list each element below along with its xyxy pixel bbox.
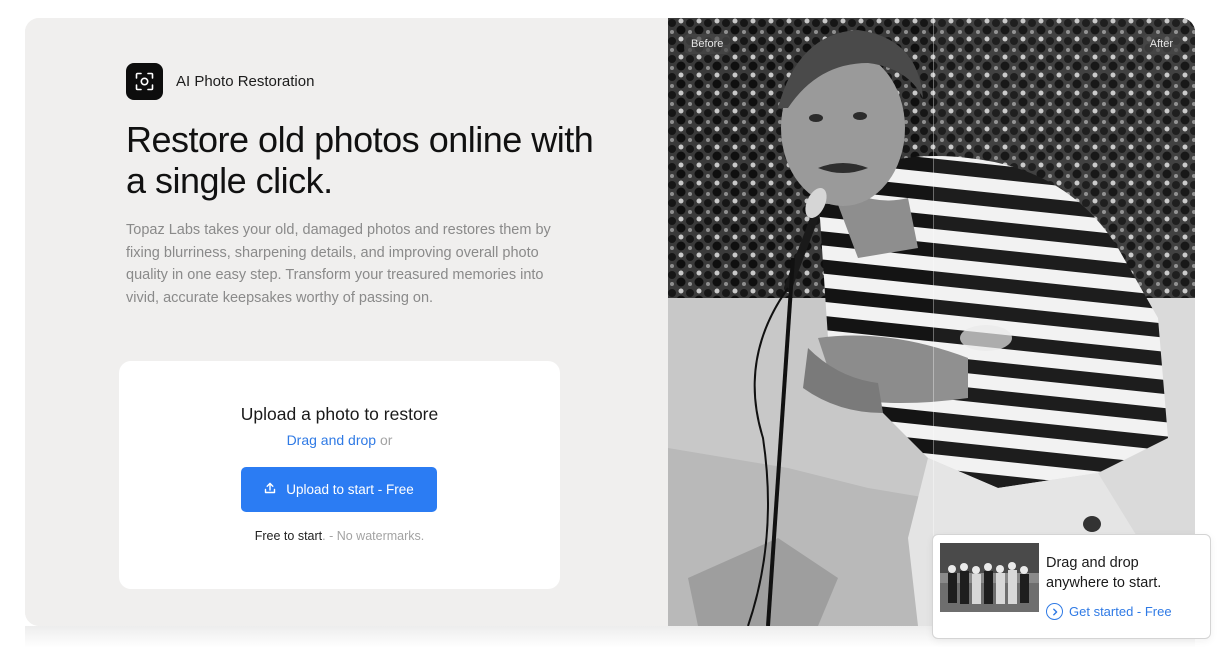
chevron-right-circle-icon (1046, 603, 1063, 620)
hero-description: Topaz Labs takes your old, damaged photo… (126, 222, 551, 306)
before-label: Before (684, 34, 731, 54)
or-text: or (379, 432, 393, 448)
drag-drop-toast[interactable]: Drag and drop anywhere to start. Get sta… (932, 534, 1211, 639)
get-started-label: Get started - Free (1069, 604, 1172, 619)
upload-title: Upload a photo to restore (240, 404, 439, 424)
brand-name: AI Photo Restoration (176, 73, 315, 90)
upload-icon (264, 482, 276, 497)
group-photo-thumbnail (940, 543, 1039, 612)
note-secondary: . - No watermarks. (322, 529, 425, 543)
upload-panel[interactable]: Upload a photo to restore Drag and drop … (119, 361, 560, 589)
brand: AI Photo Restoration (126, 63, 314, 100)
get-started-link[interactable]: Get started - Free (1046, 603, 1172, 620)
drag-drop-link[interactable]: Drag and drop (287, 432, 377, 448)
upload-button[interactable]: Upload to start - Free (241, 467, 437, 512)
page-title: Restore old photos online with a single … (126, 119, 594, 201)
upload-button-label: Upload to start - Free (286, 482, 414, 497)
upload-note: Free to start. - No watermarks. (119, 529, 560, 543)
hero-left-panel: AI Photo Restoration Restore old photos … (25, 18, 668, 626)
after-label: After (1142, 34, 1180, 54)
drag-drop-line: Drag and drop or (119, 432, 560, 448)
toast-title: Drag and drop anywhere to start. (1046, 555, 1162, 591)
scan-face-icon (126, 63, 163, 100)
note-primary: Free to start (254, 529, 323, 543)
